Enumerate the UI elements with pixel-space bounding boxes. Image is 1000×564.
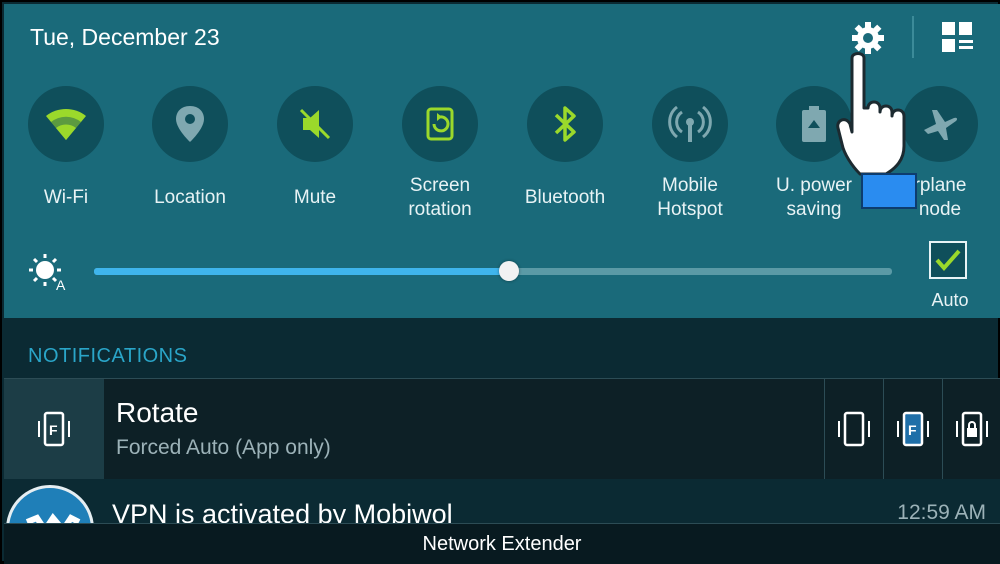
- brightness-slider-thumb[interactable]: [498, 261, 519, 281]
- brightness-slider-fill: [94, 268, 509, 275]
- tile-label: Mute: [293, 187, 337, 208]
- tile-wifi[interactable]: Wi-Fi: [6, 86, 126, 210]
- tile-label-line2: rotation: [408, 199, 472, 220]
- date-label: Tue, December 23: [30, 24, 220, 50]
- rotation-lock-mode-button[interactable]: [942, 379, 1000, 479]
- tile-label: Mobile Hotspot: [630, 174, 750, 222]
- wifi-icon: [28, 86, 104, 162]
- mute-icon: [277, 86, 353, 162]
- rotate-notification[interactable]: F Rotate Forced Auto (App only) F: [4, 378, 1000, 480]
- forced-auto-icon: F: [897, 411, 929, 447]
- location-pin-icon: [152, 86, 228, 162]
- portrait-mode-button[interactable]: [824, 379, 883, 479]
- portrait-icon: [838, 411, 870, 447]
- hotspot-icon: [652, 86, 728, 162]
- forced-auto-icon: F: [4, 379, 104, 479]
- notifications-header: NOTIFICATIONS: [28, 345, 188, 367]
- forced-auto-mode-button[interactable]: F: [883, 379, 942, 479]
- brightness-slider[interactable]: [94, 261, 892, 281]
- tile-mute[interactable]: Mute: [255, 86, 375, 210]
- network-extender-bar[interactable]: Network Extender: [4, 523, 1000, 564]
- tile-label-line1: Mobile: [662, 175, 718, 196]
- bluetooth-icon: [527, 86, 603, 162]
- tile-label-line2: Hotspot: [657, 199, 723, 220]
- tile-location[interactable]: Location: [130, 86, 250, 210]
- svg-text:F: F: [908, 422, 917, 438]
- tile-label: Bluetooth: [524, 187, 606, 208]
- checkmark-icon: [935, 249, 961, 272]
- tile-bluetooth[interactable]: Bluetooth: [505, 86, 625, 210]
- auto-brightness-checkbox[interactable]: [929, 241, 967, 279]
- notification-title: VPN is activated by Mobiwol: [112, 499, 453, 523]
- tile-label: Screen rotation: [380, 174, 500, 222]
- svg-text:F: F: [49, 422, 58, 438]
- notification-subtitle: Forced Auto (App only): [116, 436, 331, 459]
- pointing-hand-icon: [830, 50, 930, 214]
- mobiwol-logo-icon: [6, 485, 94, 523]
- tile-label: Wi-Fi: [43, 187, 89, 208]
- svg-text:A: A: [56, 277, 66, 292]
- notification-shade: Tue, December 23 Wi-Fi Location Mute Scr…: [0, 0, 1000, 564]
- notification-time: 12:59 AM: [897, 501, 986, 523]
- notification-title: Rotate: [116, 397, 199, 428]
- screen-rotation-icon: [402, 86, 478, 162]
- tile-screen-rotation[interactable]: Screen rotation: [380, 86, 500, 222]
- tile-label-line1: Screen: [409, 175, 471, 196]
- tile-label: Location: [154, 187, 226, 208]
- auto-brightness-icon: A: [28, 252, 68, 293]
- auto-brightness-label: Auto: [931, 290, 969, 310]
- vpn-notification[interactable]: VPN is activated by Mobiwol 12:59 AM: [4, 479, 1000, 523]
- rotation-lock-icon: [956, 411, 988, 447]
- tile-mobile-hotspot[interactable]: Mobile Hotspot: [630, 86, 750, 222]
- grid-edit-icon[interactable]: [940, 20, 976, 56]
